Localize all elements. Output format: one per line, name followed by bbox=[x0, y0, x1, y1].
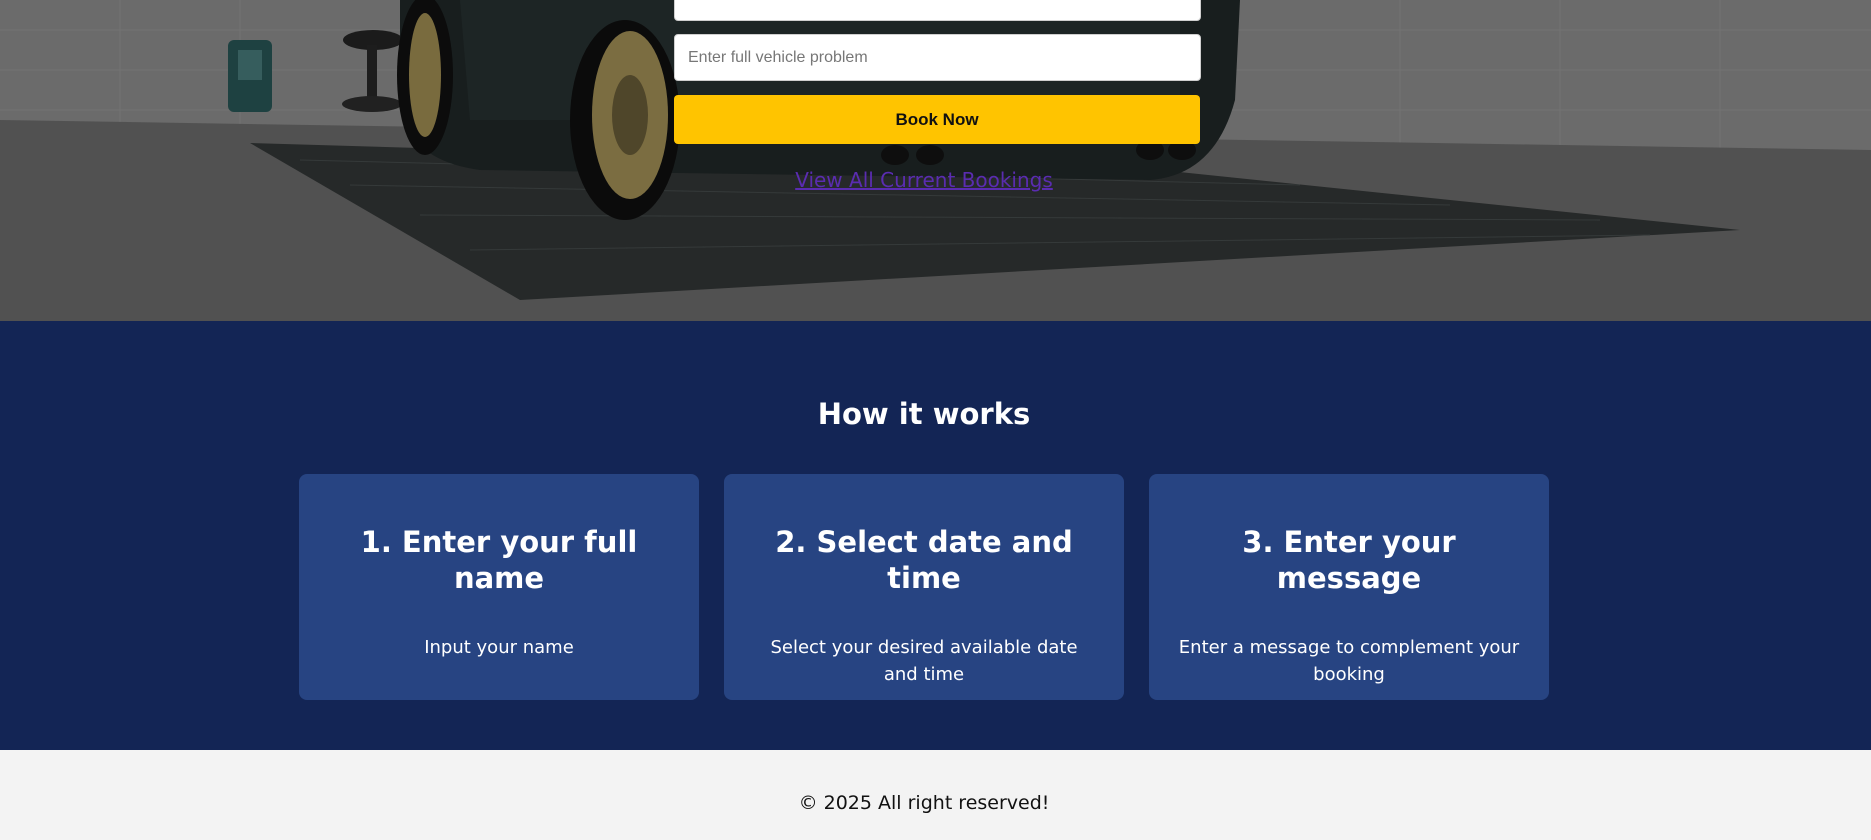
how-it-works-section: How it works 1. Enter your full name Inp… bbox=[0, 321, 1871, 750]
view-bookings-link[interactable]: View All Current Bookings bbox=[674, 168, 1174, 192]
step-description: Input your name bbox=[424, 637, 574, 658]
step-title: 2. Select date and time bbox=[775, 525, 1073, 595]
date-time-input[interactable] bbox=[674, 0, 1201, 21]
step-card: 3. Enter your message Enter a message to… bbox=[1149, 474, 1549, 700]
copyright-text: © 2025 All right reserved! bbox=[798, 792, 1050, 814]
footer: © 2025 All right reserved! bbox=[0, 750, 1871, 840]
step-card: 2. Select date and time Select your desi… bbox=[724, 474, 1124, 700]
vehicle-problem-input[interactable] bbox=[674, 34, 1201, 81]
step-title: 1. Enter your full name bbox=[360, 525, 638, 595]
step-description: Enter a message to complement your booki… bbox=[1178, 637, 1520, 685]
book-now-button[interactable]: Book Now bbox=[674, 95, 1200, 144]
step-card: 1. Enter your full name Input your name bbox=[299, 474, 699, 700]
hero-section: Book Now View All Current Bookings bbox=[0, 0, 1871, 321]
section-title: How it works bbox=[817, 397, 1031, 431]
step-description: Select your desired available date and t… bbox=[770, 637, 1078, 685]
step-title: 3. Enter your message bbox=[1242, 525, 1456, 595]
